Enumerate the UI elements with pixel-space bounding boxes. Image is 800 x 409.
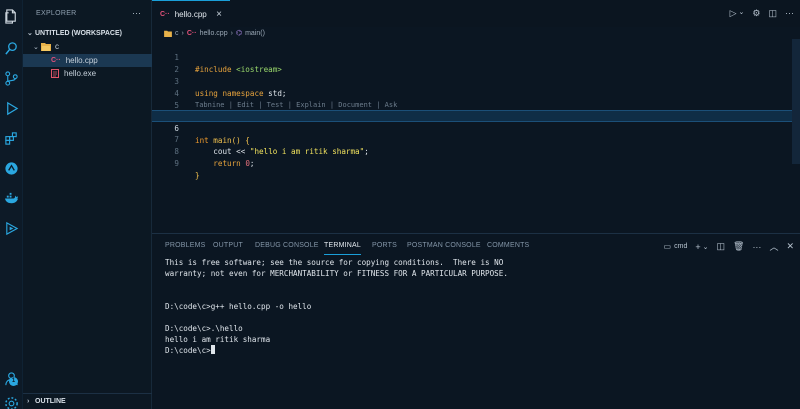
closing-brace: } (195, 171, 200, 180)
cpp-file-icon: C·· (51, 57, 61, 64)
terminal-line: This is free software; see the source fo… (165, 258, 504, 267)
account-badge: 1 (9, 377, 18, 386)
tab-postman-console[interactable]: POSTMAN CONSOLE (407, 242, 481, 249)
terminal-line: D:\code\c>.\hello (165, 324, 243, 333)
tab-debug-console[interactable]: DEBUG CONSOLE (255, 242, 319, 249)
panel-actions: ▭ cmd + ⌄ ◫ 🗑 ··· ︿ ✕ (664, 240, 794, 253)
code-line: 7 cout << "hello i am ritik sharma"; (152, 122, 792, 156)
chevron-down-icon[interactable]: ⌄ (739, 8, 745, 19)
more-actions-icon[interactable]: ··· (752, 242, 761, 252)
more-actions-icon[interactable]: ··· (785, 8, 794, 19)
workspace-header[interactable]: ⌄ UNTITLED (WORKSPACE) (23, 27, 152, 39)
code-line-active: 6 int main() { (152, 110, 792, 145)
code-editor[interactable]: 1 #include <iostream> 2 3 using namespac… (152, 39, 800, 233)
file-label: hello.cpp (65, 56, 98, 65)
breadcrumb: c › C·· hello.cpp › ⌬ main() (152, 27, 800, 39)
code-line: 8 return 0; (152, 134, 792, 168)
tab-output[interactable]: OUTPUT (213, 242, 243, 249)
cpp-file-icon: C·· (186, 29, 197, 37)
maximize-panel-icon[interactable]: ︿ (769, 240, 778, 253)
tab-problems[interactable]: PROBLEMS (165, 242, 206, 249)
activity-bar: 1 (0, 0, 23, 409)
more-actions-icon[interactable]: ··· (132, 9, 141, 18)
tab-label: hello.cpp (174, 9, 207, 19)
semicolon: ; (249, 159, 255, 168)
tab-hello-cpp[interactable]: C·· hello.cpp × (152, 0, 230, 27)
remote-explorer-icon[interactable] (3, 160, 20, 177)
close-icon[interactable]: × (216, 9, 222, 20)
extensions-icon[interactable] (3, 130, 20, 147)
function-symbol-icon: ⌬ (235, 30, 243, 37)
new-terminal-icon[interactable]: + (695, 242, 700, 252)
bottom-panel: PROBLEMS OUTPUT DEBUG CONSOLE TERMINAL P… (152, 233, 800, 409)
chevron-down-icon: ⌄ (27, 30, 33, 37)
chevron-down-icon[interactable]: ⌄ (703, 243, 709, 251)
source-control-icon[interactable] (3, 70, 20, 87)
chevron-down-icon: ⌄ (33, 43, 39, 51)
outline-label: OUTLINE (35, 398, 66, 405)
exe-file-icon (51, 69, 59, 78)
folder-icon (164, 30, 172, 37)
tab-comments[interactable]: COMMENTS (487, 242, 529, 249)
editor-tab-bar: C·· hello.cpp × ▷ ⌄ ⚙ ◫ ··· (152, 0, 800, 27)
file-label: hello.exe (64, 69, 97, 78)
code-line: 5 (152, 88, 792, 110)
chevron-right-icon: › (27, 398, 30, 405)
explorer-sidebar: EXPLORER ··· ⌄ UNTITLED (WORKSPACE) ⌄ c … (23, 0, 152, 409)
folder-label: c (55, 42, 59, 51)
line-number: 9 (174, 159, 179, 168)
postman-icon[interactable] (3, 220, 20, 237)
tab-ports[interactable]: PORTS (372, 242, 397, 249)
cpp-file-icon: C·· (160, 10, 170, 18)
breadcrumb-file[interactable]: hello.cpp (200, 30, 228, 37)
terminal-line: hello i am ritik sharma (165, 335, 271, 344)
explorer-icon[interactable] (3, 8, 20, 25)
terminal-cursor (210, 345, 215, 354)
chevron-right-icon: › (230, 29, 233, 37)
outline-section[interactable]: › OUTLINE (23, 393, 152, 409)
settings-gear-icon[interactable] (3, 395, 20, 409)
split-terminal-icon[interactable]: ◫ (716, 241, 725, 252)
editor-scrollbar[interactable] (792, 39, 800, 164)
folder-icon (41, 43, 51, 51)
docker-icon[interactable] (3, 190, 20, 207)
terminal-icon: ▭ (663, 242, 672, 251)
terminal-shell-selector[interactable]: ▭ cmd (664, 242, 688, 251)
close-panel-icon[interactable]: ✕ (786, 241, 794, 252)
code-line: 3 using namespace std; (152, 64, 792, 98)
code-line: 4 (152, 76, 792, 98)
trash-icon[interactable]: 🗑 (733, 241, 744, 252)
code-line: 9 } (152, 146, 792, 180)
file-hello-exe[interactable]: hello.exe (23, 67, 152, 80)
code-line: 1 #include <iostream> (152, 40, 792, 74)
search-icon[interactable] (3, 40, 20, 57)
prompt-text: D:\code\c> (165, 346, 211, 355)
settings-gear-icon[interactable]: ⚙ (752, 8, 760, 19)
terminal-prompt: D:\code\c> (165, 345, 215, 356)
run-debug-icon[interactable] (3, 100, 20, 117)
breadcrumb-folder[interactable]: c (175, 30, 179, 37)
folder-c[interactable]: ⌄ c (23, 40, 152, 53)
breadcrumb-symbol[interactable]: main() (245, 30, 265, 37)
tab-terminal[interactable]: TERMINAL (324, 242, 361, 255)
editor-actions: ▷ ⌄ ⚙ ◫ ··· (730, 8, 794, 19)
return-keyword: return (213, 159, 241, 168)
tabnine-codelens[interactable]: Tabnine | Edit | Test | Explain | Docume… (195, 101, 397, 109)
file-hello-cpp[interactable]: C·· hello.cpp (23, 54, 152, 67)
terminal-line: warranty; not even for MERCHANTABILITY o… (165, 269, 508, 278)
code-line: 2 (152, 52, 792, 74)
chevron-right-icon: › (181, 29, 184, 37)
shell-label: cmd (674, 243, 688, 250)
split-editor-icon[interactable]: ◫ (768, 8, 777, 19)
terminal-line: D:\code\c>g++ hello.cpp -o hello (165, 302, 312, 311)
workspace-name: UNTITLED (WORKSPACE) (35, 29, 122, 37)
run-icon[interactable]: ▷ (730, 8, 737, 19)
